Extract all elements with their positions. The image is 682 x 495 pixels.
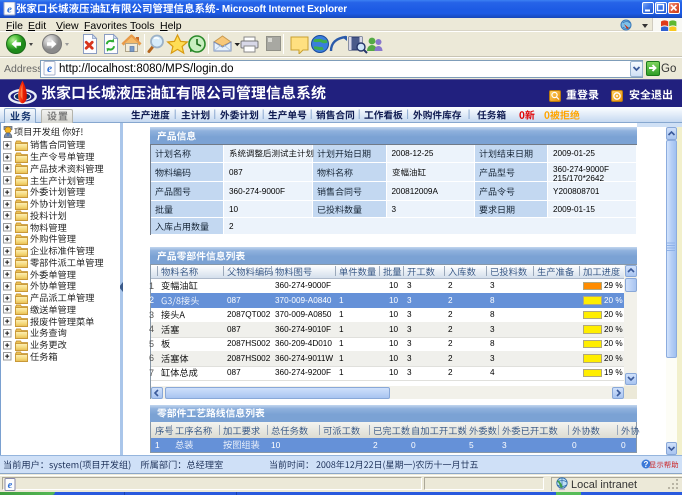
svg-text:?: ? bbox=[644, 460, 649, 469]
svg-text:e: e bbox=[47, 63, 52, 75]
svg-text:e: e bbox=[8, 480, 13, 491]
svg-text:e: e bbox=[7, 4, 12, 16]
